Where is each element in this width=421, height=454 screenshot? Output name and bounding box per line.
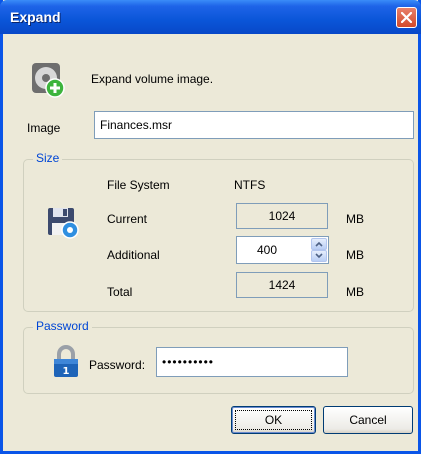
cancel-button[interactable]: Cancel	[323, 406, 413, 434]
additional-unit: MB	[346, 248, 364, 262]
expand-dialog: Expand Expand volume image. Image Financ…	[0, 0, 421, 454]
additional-label: Additional	[107, 248, 160, 262]
padlock-icon: 1	[51, 344, 81, 378]
additional-size-stepper[interactable]: 400	[236, 236, 329, 264]
size-legend: Size	[33, 151, 63, 165]
file-system-label: File System	[107, 178, 170, 192]
image-field[interactable]: Finances.msr	[94, 111, 414, 139]
total-size-field: 1424	[236, 272, 328, 298]
additional-size-value[interactable]: 400	[237, 237, 297, 263]
password-label: Password:	[89, 358, 146, 372]
file-system-value: NTFS	[234, 178, 266, 192]
cancel-button-label: Cancel	[349, 413, 387, 427]
svg-text:1: 1	[63, 366, 70, 377]
total-label: Total	[107, 285, 133, 299]
focus-rect	[235, 410, 312, 430]
disk-image-add-icon	[29, 62, 67, 100]
image-label: Image	[27, 121, 61, 135]
password-legend: Password	[33, 319, 92, 333]
spin-up-button[interactable]	[311, 238, 327, 250]
floppy-disk-icon	[45, 205, 81, 241]
total-unit: MB	[346, 285, 364, 299]
current-size-field: 1024	[236, 203, 328, 229]
window-title: Expand	[10, 9, 61, 25]
description-text: Expand volume image.	[91, 72, 214, 86]
spin-down-button[interactable]	[311, 250, 327, 262]
close-button[interactable]	[396, 7, 417, 28]
chevron-up-icon	[315, 241, 323, 247]
ok-button[interactable]: OK	[231, 406, 316, 434]
chevron-down-icon	[315, 253, 323, 259]
close-icon	[401, 12, 412, 23]
password-field[interactable]: ••••••••••	[156, 347, 348, 377]
current-unit: MB	[346, 212, 364, 226]
current-label: Current	[107, 212, 148, 226]
title-bar[interactable]: Expand	[0, 0, 421, 34]
